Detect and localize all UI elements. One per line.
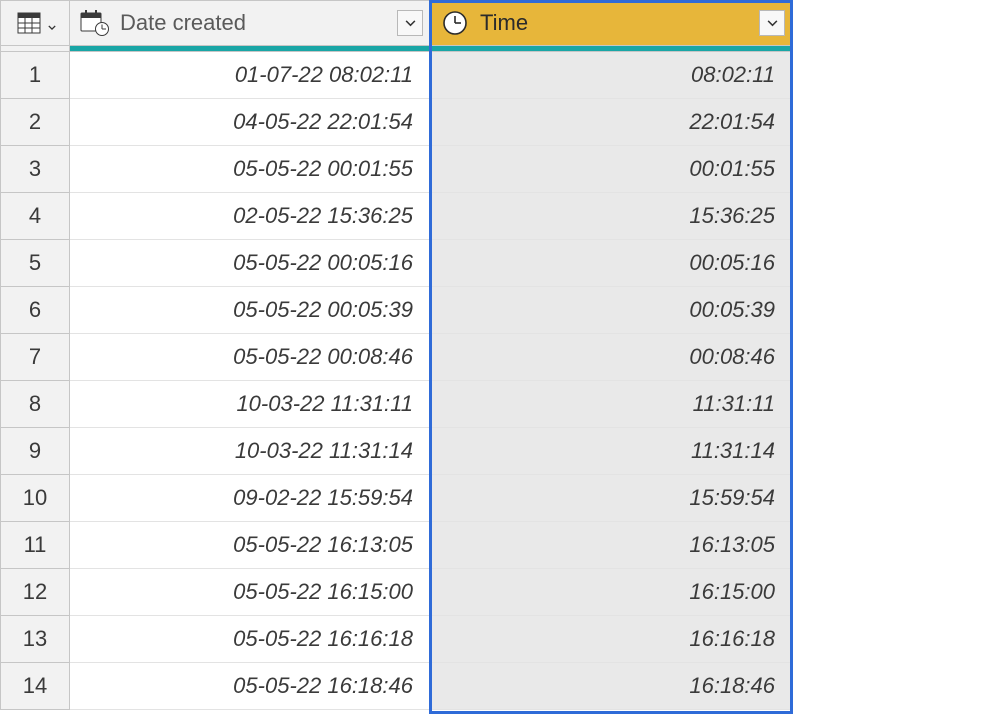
cell-date-created[interactable]: 05-05-22 16:16:18 bbox=[70, 616, 430, 663]
cell-date-created[interactable]: 05-05-22 16:13:05 bbox=[70, 522, 430, 569]
table-row[interactable]: 101-07-22 08:02:1108:02:11 bbox=[0, 52, 792, 99]
cell-time[interactable]: 16:18:46 bbox=[430, 663, 792, 710]
cell-date-created[interactable]: 01-07-22 08:02:11 bbox=[70, 52, 430, 99]
table-row[interactable]: 705-05-22 00:08:4600:08:46 bbox=[0, 334, 792, 381]
column-header-time[interactable]: Time bbox=[430, 0, 792, 46]
row-number[interactable]: 2 bbox=[0, 99, 70, 146]
cell-date-created[interactable]: 05-05-22 00:01:55 bbox=[70, 146, 430, 193]
table-row[interactable]: 1205-05-22 16:15:0016:15:00 bbox=[0, 569, 792, 616]
cell-date-created[interactable]: 04-05-22 22:01:54 bbox=[70, 99, 430, 146]
cell-time[interactable]: 16:15:00 bbox=[430, 569, 792, 616]
cell-date-created[interactable]: 10-03-22 11:31:11 bbox=[70, 381, 430, 428]
row-number[interactable]: 4 bbox=[0, 193, 70, 240]
table-row[interactable]: 204-05-22 22:01:5422:01:54 bbox=[0, 99, 792, 146]
table-corner-menu[interactable] bbox=[0, 0, 70, 46]
clock-icon bbox=[440, 9, 470, 37]
row-number[interactable]: 5 bbox=[0, 240, 70, 287]
column-filter-button[interactable] bbox=[397, 10, 423, 36]
table-row[interactable]: 810-03-22 11:31:1111:31:11 bbox=[0, 381, 792, 428]
cell-time[interactable]: 11:31:14 bbox=[430, 428, 792, 475]
table-row[interactable]: 1009-02-22 15:59:5415:59:54 bbox=[0, 475, 792, 522]
row-number[interactable]: 14 bbox=[0, 663, 70, 710]
cell-date-created[interactable]: 10-03-22 11:31:14 bbox=[70, 428, 430, 475]
column-header-label: Date created bbox=[120, 10, 389, 36]
cell-time[interactable]: 00:05:39 bbox=[430, 287, 792, 334]
data-grid: Date created bbox=[0, 0, 996, 710]
table-row[interactable]: 605-05-22 00:05:3900:05:39 bbox=[0, 287, 792, 334]
row-number[interactable]: 9 bbox=[0, 428, 70, 475]
table-row[interactable]: 1105-05-22 16:13:0516:13:05 bbox=[0, 522, 792, 569]
table-row[interactable]: 402-05-22 15:36:2515:36:25 bbox=[0, 193, 792, 240]
cell-time[interactable]: 00:08:46 bbox=[430, 334, 792, 381]
row-number[interactable]: 3 bbox=[0, 146, 70, 193]
table-row[interactable]: 1305-05-22 16:16:1816:16:18 bbox=[0, 616, 792, 663]
row-number[interactable]: 1 bbox=[0, 52, 70, 99]
cell-date-created[interactable]: 05-05-22 00:05:39 bbox=[70, 287, 430, 334]
cell-time[interactable]: 16:16:18 bbox=[430, 616, 792, 663]
table-row[interactable]: 1405-05-22 16:18:4616:18:46 bbox=[0, 663, 792, 710]
table: Date created bbox=[0, 0, 792, 710]
cell-time[interactable]: 15:36:25 bbox=[430, 193, 792, 240]
cell-date-created[interactable]: 05-05-22 00:05:16 bbox=[70, 240, 430, 287]
row-number[interactable]: 8 bbox=[0, 381, 70, 428]
datetime-icon bbox=[80, 9, 110, 37]
cell-date-created[interactable]: 02-05-22 15:36:25 bbox=[70, 193, 430, 240]
cell-time[interactable]: 11:31:11 bbox=[430, 381, 792, 428]
table-icon bbox=[14, 9, 44, 37]
cell-time[interactable]: 00:01:55 bbox=[430, 146, 792, 193]
chevron-down-icon bbox=[48, 10, 56, 36]
cell-date-created[interactable]: 05-05-22 16:18:46 bbox=[70, 663, 430, 710]
column-header-date-created[interactable]: Date created bbox=[70, 0, 430, 46]
row-number[interactable]: 6 bbox=[0, 287, 70, 334]
cell-time[interactable]: 08:02:11 bbox=[430, 52, 792, 99]
cell-time[interactable]: 22:01:54 bbox=[430, 99, 792, 146]
table-row[interactable]: 505-05-22 00:05:1600:05:16 bbox=[0, 240, 792, 287]
row-number[interactable]: 10 bbox=[0, 475, 70, 522]
column-filter-button[interactable] bbox=[759, 10, 785, 36]
cell-time[interactable]: 16:13:05 bbox=[430, 522, 792, 569]
column-header-label: Time bbox=[480, 10, 751, 36]
row-number[interactable]: 13 bbox=[0, 616, 70, 663]
row-number[interactable]: 11 bbox=[0, 522, 70, 569]
cell-time[interactable]: 00:05:16 bbox=[430, 240, 792, 287]
table-row[interactable]: 305-05-22 00:01:5500:01:55 bbox=[0, 146, 792, 193]
cell-date-created[interactable]: 05-05-22 00:08:46 bbox=[70, 334, 430, 381]
cell-date-created[interactable]: 05-05-22 16:15:00 bbox=[70, 569, 430, 616]
cell-time[interactable]: 15:59:54 bbox=[430, 475, 792, 522]
cell-date-created[interactable]: 09-02-22 15:59:54 bbox=[70, 475, 430, 522]
table-row[interactable]: 910-03-22 11:31:1411:31:14 bbox=[0, 428, 792, 475]
row-number[interactable]: 7 bbox=[0, 334, 70, 381]
row-number[interactable]: 12 bbox=[0, 569, 70, 616]
